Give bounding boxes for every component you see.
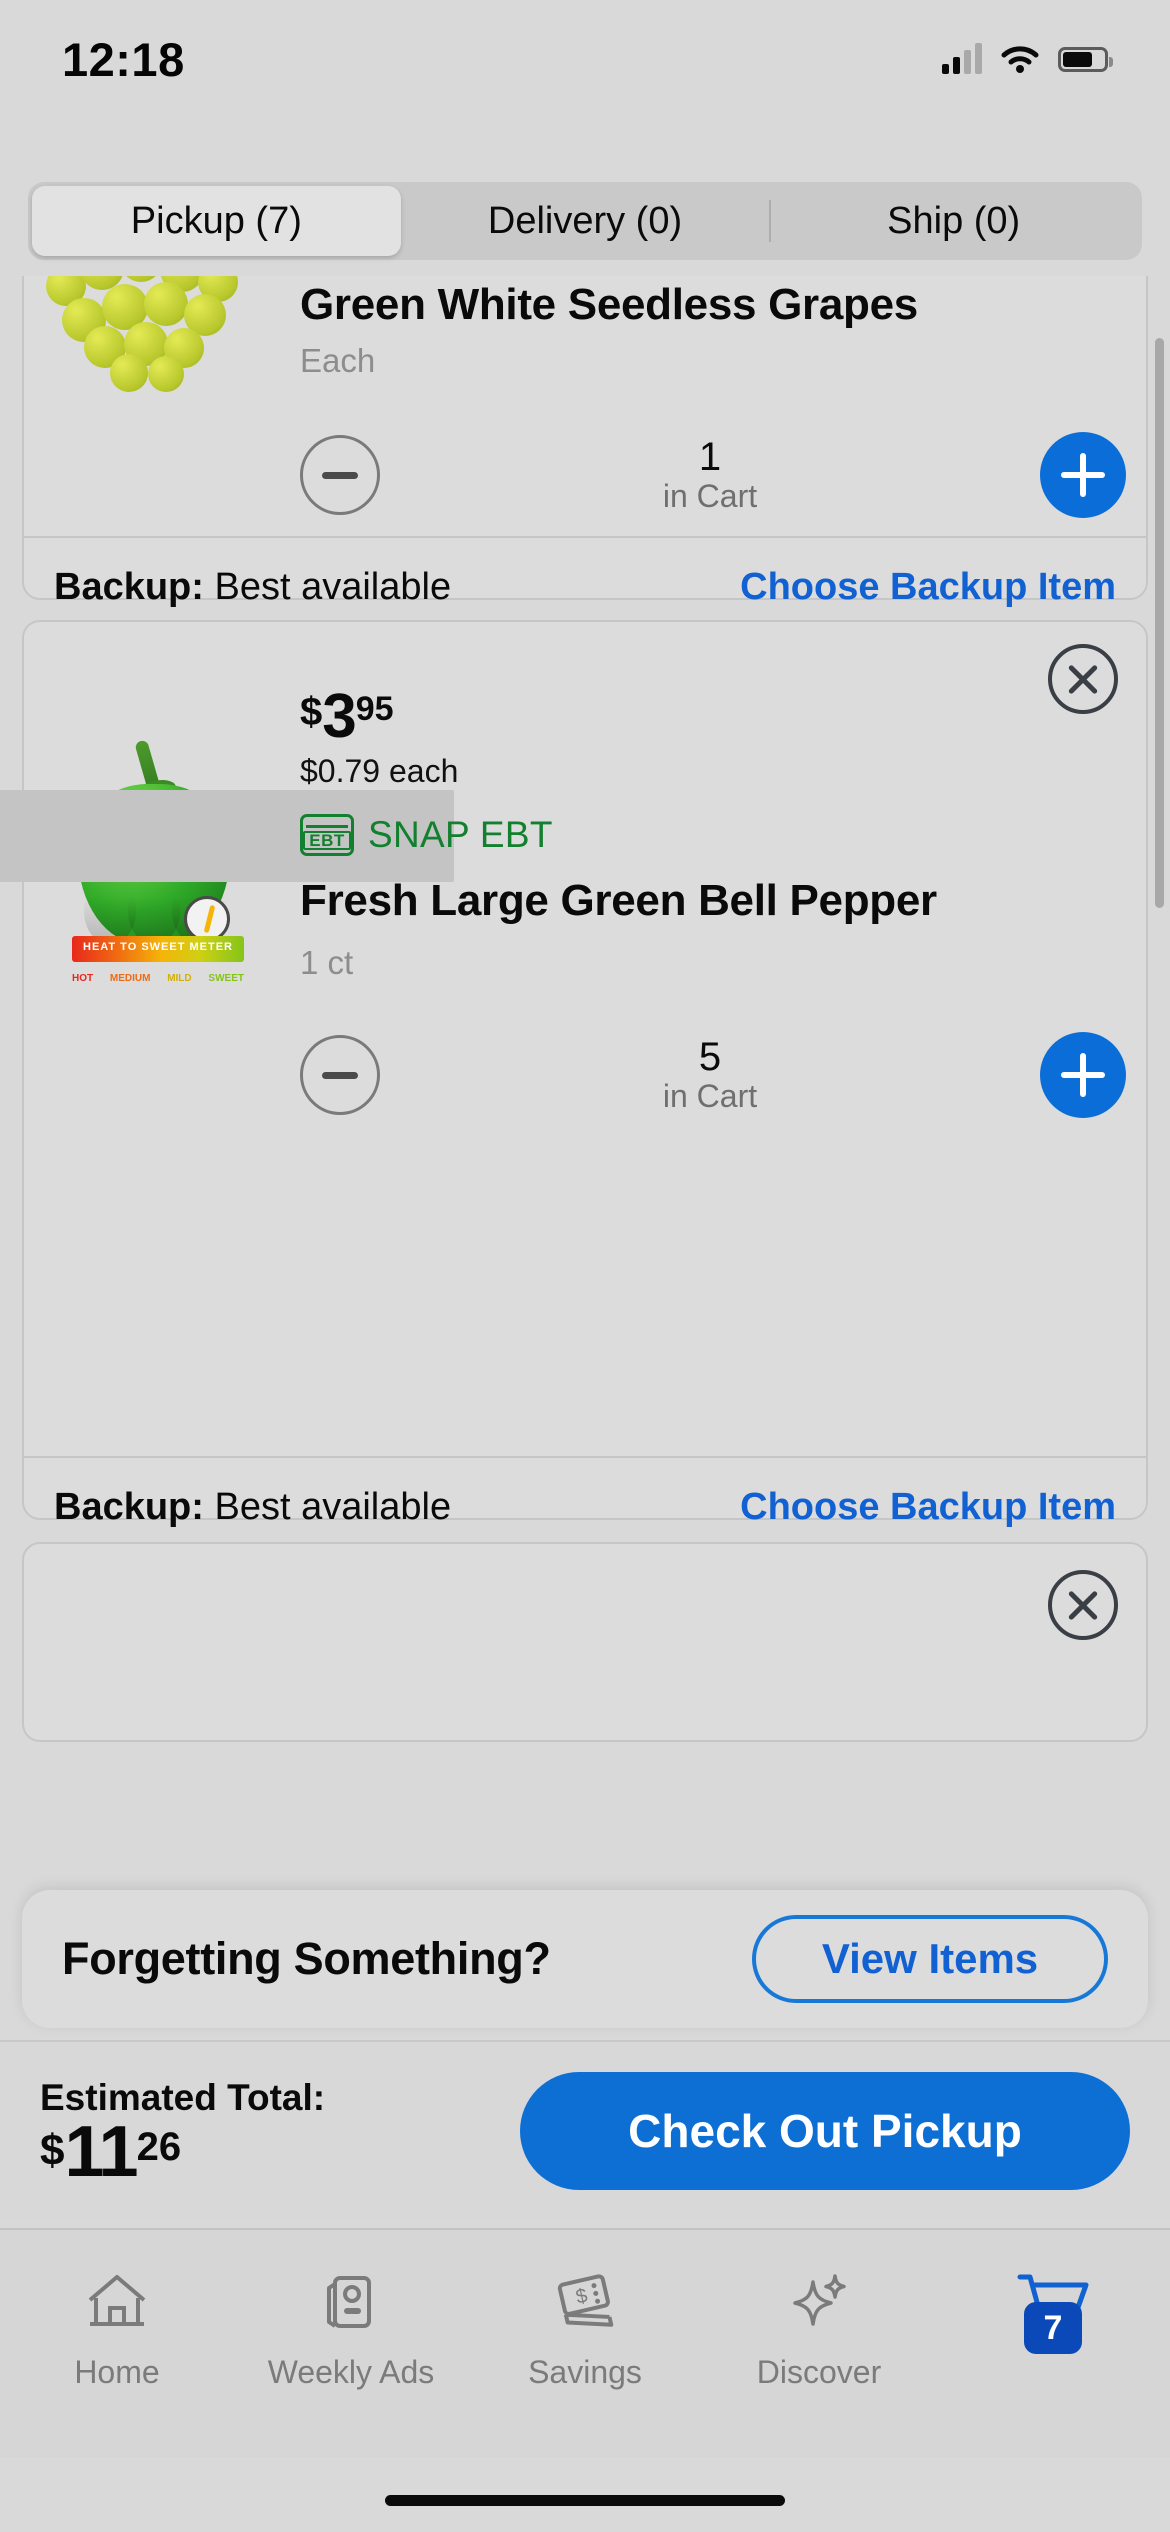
tab-delivery[interactable]: Delivery (0) bbox=[401, 186, 770, 256]
product-subtitle-text: Each bbox=[300, 342, 376, 380]
total-currency: $ bbox=[40, 2125, 65, 2175]
product-info: $ 3 95 $0.79 each EBT SNAP EBT Fresh Lar… bbox=[300, 682, 1126, 1119]
status-bar-time: 12:18 bbox=[62, 32, 185, 86]
battery-icon bbox=[1058, 46, 1113, 72]
snap-ebt-label: SNAP EBT bbox=[368, 814, 553, 856]
product-image bbox=[36, 276, 276, 392]
forgetting-something-title: Forgetting Something? bbox=[62, 1933, 551, 1984]
quantity-label: in Cart bbox=[662, 1077, 758, 1114]
checkout-bar: Estimated Total: $ 11 26 Check Out Picku… bbox=[0, 2040, 1170, 2220]
discover-sparkle-icon bbox=[787, 2266, 851, 2338]
increase-quantity-button[interactable] bbox=[1040, 1032, 1126, 1119]
remove-item-button[interactable] bbox=[1048, 1570, 1118, 1640]
heat-meter-title: HEAT TO SWEET METER bbox=[83, 941, 233, 953]
nav-item-weekly-ads[interactable]: Weekly Ads bbox=[234, 2266, 468, 2391]
backup-value: Best available bbox=[214, 566, 452, 608]
quantity-value: 1 bbox=[698, 434, 722, 479]
heat-meter-label: MILD bbox=[167, 973, 192, 984]
quantity-stepper: 5 in Cart bbox=[300, 1032, 1126, 1119]
heat-meter-label: SWEET bbox=[208, 973, 244, 984]
decrease-quantity-button[interactable] bbox=[300, 435, 380, 516]
savings-coupon-icon: $ bbox=[551, 2266, 619, 2338]
home-indicator bbox=[385, 2495, 785, 2506]
backup-value: Best available bbox=[214, 1486, 452, 1528]
tab-pickup[interactable]: Pickup (7) bbox=[32, 186, 401, 256]
price-per-unit: $0.79 each bbox=[300, 753, 459, 790]
estimated-total-value: $ 11 26 bbox=[40, 2111, 325, 2192]
scrollbar-thumb[interactable] bbox=[1155, 338, 1164, 908]
tab-pickup-label: Pickup (7) bbox=[130, 199, 302, 242]
heat-meter-label: MEDIUM bbox=[109, 973, 151, 984]
quantity-stepper: 1 in Cart bbox=[300, 432, 1126, 519]
product-subtitle: 1 ct bbox=[300, 944, 354, 982]
quantity-value: 5 bbox=[698, 1034, 722, 1079]
tab-ship[interactable]: Ship (0) bbox=[769, 186, 1138, 256]
price-minor: 95 bbox=[355, 690, 394, 728]
product-price: $ 3 95 bbox=[300, 682, 1126, 751]
price-currency: $ bbox=[300, 690, 323, 734]
nav-item-home[interactable]: Home bbox=[0, 2266, 234, 2391]
minus-icon bbox=[322, 1071, 358, 1079]
nav-label-discover: Discover bbox=[756, 2354, 882, 2390]
cart-icon-wrapper: 7 bbox=[1014, 2266, 1092, 2354]
cart-item-card[interactable]: HEAT TO SWEET METER HOT MEDIUM MILD SWEE… bbox=[0, 620, 1148, 1528]
estimated-total: Estimated Total: $ 11 26 bbox=[40, 2077, 325, 2192]
product-name[interactable]: Green White Seedless Grapes bbox=[300, 281, 1126, 328]
heat-meter-label: HOT bbox=[72, 973, 94, 984]
home-icon bbox=[84, 2266, 150, 2338]
cart-item-card[interactable]: EBT SNAP EBT Green White Seedless Grapes… bbox=[22, 276, 1148, 608]
product-subtitle: Each bbox=[300, 342, 1126, 380]
backup-status: Backup: Best available bbox=[54, 1486, 451, 1529]
nav-label-weekly-ads: Weekly Ads bbox=[267, 2354, 435, 2390]
backup-status: Backup: Best available bbox=[54, 566, 451, 609]
weekly-ads-icon bbox=[319, 2266, 383, 2338]
decrease-quantity-button[interactable] bbox=[300, 1035, 380, 1116]
tab-ship-label: Ship (0) bbox=[887, 199, 1021, 242]
cart-item-card[interactable] bbox=[22, 1542, 1148, 1742]
cellular-signal-icon bbox=[942, 43, 982, 74]
tab-delivery-label: Delivery (0) bbox=[487, 199, 683, 242]
total-major: 11 bbox=[64, 2111, 138, 2192]
nav-label-savings: Savings bbox=[528, 2354, 642, 2390]
heat-meter-labels: HOT MEDIUM MILD SWEET bbox=[72, 973, 244, 984]
nav-item-savings[interactable]: $ Savings bbox=[468, 2266, 702, 2391]
quantity-display: 1 in Cart bbox=[663, 436, 757, 515]
total-minor: 26 bbox=[136, 2124, 182, 2169]
cart-badge-count: 7 bbox=[1024, 2302, 1082, 2354]
forgetting-something-banner: Forgetting Something? View Items bbox=[22, 1890, 1148, 2028]
svg-text:$: $ bbox=[574, 2285, 590, 2309]
status-bar-icons bbox=[942, 43, 1113, 74]
nav-item-discover[interactable]: Discover bbox=[702, 2266, 936, 2391]
product-name[interactable]: Fresh Large Green Bell Pepper bbox=[300, 877, 1126, 924]
choose-backup-item-link[interactable]: Choose Backup Item bbox=[740, 566, 1116, 609]
nav-item-cart[interactable]: 7 bbox=[936, 2266, 1170, 2354]
choose-backup-item-link[interactable]: Choose Backup Item bbox=[740, 1486, 1116, 1529]
price-major: 3 bbox=[322, 682, 356, 751]
wifi-icon bbox=[1001, 46, 1039, 73]
snap-ebt-badge: EBT SNAP EBT bbox=[300, 814, 1126, 857]
heat-to-sweet-meter: HEAT TO SWEET METER bbox=[72, 936, 244, 962]
product-info: EBT SNAP EBT Green White Seedless Grapes… bbox=[300, 276, 1126, 519]
fulfillment-tabs: Pickup (7) Delivery (0) Ship (0) bbox=[28, 182, 1142, 260]
bottom-navigation: Home Weekly Ads $ Savings Discover 7 bbox=[0, 2228, 1170, 2458]
status-bar: 12:18 bbox=[0, 0, 1170, 118]
ebt-card-icon: EBT bbox=[300, 814, 354, 857]
view-items-button[interactable]: View Items bbox=[752, 1915, 1108, 2003]
backup-label: Backup: bbox=[54, 1486, 204, 1528]
backup-label: Backup: bbox=[54, 566, 204, 608]
minus-icon bbox=[322, 471, 358, 479]
ebt-icon-text: EBT bbox=[303, 831, 351, 851]
check-out-pickup-button[interactable]: Check Out Pickup bbox=[520, 2072, 1130, 2190]
quantity-display: 5 in Cart bbox=[663, 1036, 757, 1115]
nav-label-home: Home bbox=[74, 2354, 160, 2390]
increase-quantity-button[interactable] bbox=[1040, 432, 1126, 519]
green-grapes-photo bbox=[36, 276, 268, 392]
app-screen: 12:18 Pickup (7) Delivery (0) Ship (0) G… bbox=[0, 0, 1170, 2532]
quantity-label: in Cart bbox=[662, 477, 758, 514]
